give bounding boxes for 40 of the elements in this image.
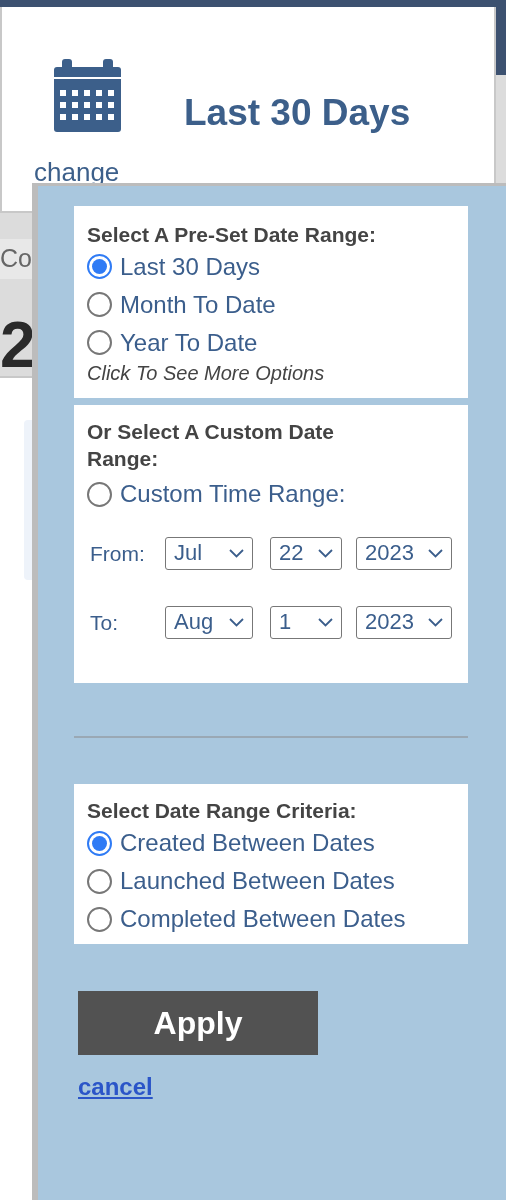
chevron-down-icon — [318, 617, 333, 627]
radio-button[interactable] — [87, 830, 112, 856]
radio-button[interactable] — [87, 330, 112, 356]
column-label: Co — [0, 246, 32, 271]
dropdown[interactable]: 2023 — [356, 536, 452, 570]
radio-label[interactable]: Custom Time Range: — [120, 482, 346, 507]
calendar-icon — [54, 59, 121, 132]
radio-button[interactable] — [87, 292, 112, 318]
radio-label[interactable]: Month To Date — [120, 292, 276, 317]
dropdown[interactable]: 2023 — [356, 605, 452, 639]
section-heading: Or Select A Custom Date Range: — [87, 419, 335, 472]
dropdown[interactable]: 22 — [270, 536, 342, 570]
radio-label[interactable]: Launched Between Dates — [120, 869, 395, 893]
more-options-hint: Click To See More Options — [87, 361, 326, 387]
dropdown[interactable]: Jul — [165, 536, 253, 570]
field-label: To: — [89, 611, 119, 633]
dropdown[interactable]: Aug — [165, 605, 253, 639]
chevron-down-icon — [229, 617, 244, 627]
metric-value: 2 — [0, 313, 36, 377]
radio-button[interactable] — [87, 254, 112, 280]
chevron-down-icon — [318, 548, 333, 558]
radio-label[interactable]: Completed Between Dates — [120, 907, 406, 931]
radio-button[interactable] — [87, 481, 112, 507]
radio-label[interactable]: Created Between Dates — [120, 831, 375, 855]
field-label: From: — [89, 542, 146, 564]
radio-button[interactable] — [87, 906, 112, 932]
section-heading: Select Date Range Criteria: — [87, 798, 358, 825]
radio-label[interactable]: Year To Date — [120, 330, 258, 355]
apply-button[interactable]: Apply — [78, 990, 318, 1055]
cancel-link[interactable]: cancel — [78, 1074, 153, 1099]
chevron-down-icon — [229, 548, 244, 558]
dropdown[interactable]: 1 — [270, 605, 342, 639]
change-link[interactable]: change — [34, 159, 120, 185]
radio-button[interactable] — [87, 868, 112, 894]
header-bar — [496, 7, 506, 75]
section-heading: Select A Pre-Set Date Range: — [87, 222, 378, 248]
radio-label[interactable]: Last 30 Days — [120, 254, 261, 279]
date-range-title: Last 30 Days — [184, 94, 411, 131]
chevron-down-icon — [428, 617, 443, 627]
chevron-down-icon — [428, 548, 443, 558]
